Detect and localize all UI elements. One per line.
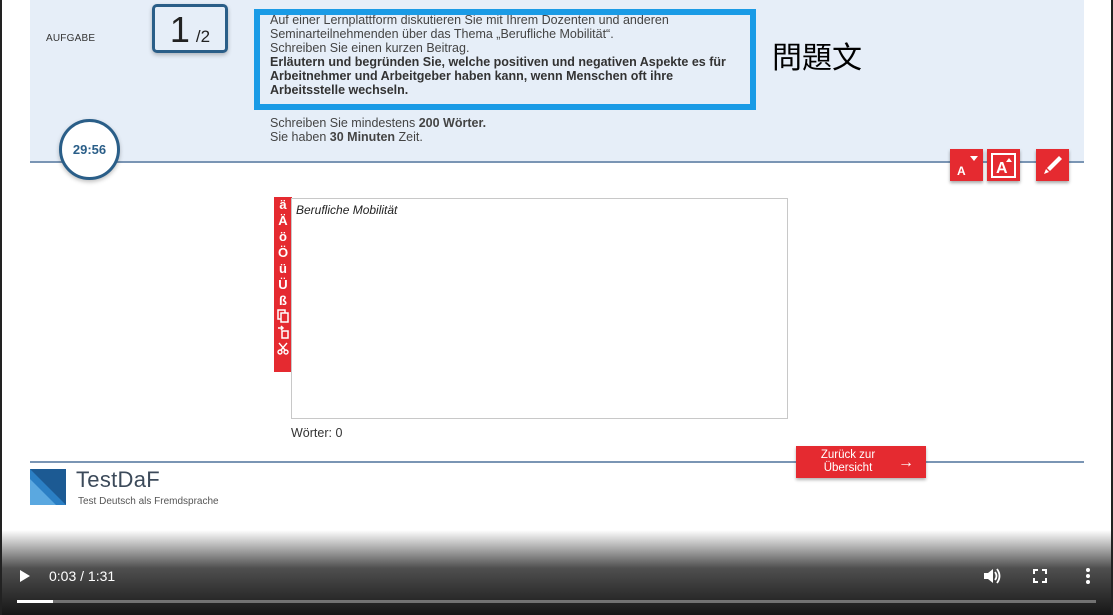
char-u-umlaut[interactable]: ü bbox=[279, 261, 287, 277]
cut-icon[interactable] bbox=[277, 341, 289, 357]
pen-icon bbox=[1043, 156, 1062, 174]
char-a-umlaut[interactable]: ä bbox=[279, 197, 286, 213]
task-counter: 1 /2 bbox=[152, 4, 228, 53]
countdown-timer: 29:56 bbox=[59, 119, 120, 180]
header-divider bbox=[30, 161, 1084, 163]
play-button[interactable] bbox=[17, 568, 33, 584]
font-increase-button[interactable]: A bbox=[987, 149, 1020, 181]
font-increase-icon: A bbox=[991, 152, 1016, 178]
more-options-button[interactable] bbox=[1080, 567, 1096, 585]
svg-text:A: A bbox=[957, 164, 966, 178]
task-total: /2 bbox=[195, 27, 211, 46]
volume-button[interactable] bbox=[983, 567, 1003, 585]
special-char-bar: ä Ä ö Ö ü Ü ß bbox=[274, 197, 292, 372]
editor-content: Berufliche Mobilität bbox=[296, 203, 398, 217]
word-count: Wörter: 0 bbox=[291, 426, 343, 440]
time-display: 0:03 / 1:31 bbox=[49, 568, 116, 584]
task-requirements: Schreiben Sie mindestens 200 Wörter. Sie… bbox=[270, 116, 486, 144]
char-a-umlaut-upper[interactable]: Ä bbox=[278, 213, 287, 229]
answer-editor[interactable]: Berufliche Mobilität bbox=[291, 198, 788, 419]
paste-icon[interactable] bbox=[277, 325, 289, 341]
back-to-overview-button[interactable]: Zurück zur Übersicht → bbox=[796, 446, 926, 478]
char-o-umlaut-upper[interactable]: Ö bbox=[278, 245, 288, 261]
testdaf-logo-icon bbox=[30, 469, 66, 505]
more-vertical-icon bbox=[1086, 568, 1090, 584]
font-decrease-button[interactable]: A bbox=[950, 149, 983, 181]
svg-text:A: A bbox=[996, 160, 1008, 176]
back-button-label: Zurück zur Übersicht bbox=[820, 449, 876, 474]
font-decrease-icon: A bbox=[957, 155, 978, 178]
req-time: Sie haben 30 Minuten Zeit. bbox=[270, 130, 423, 144]
char-u-umlaut-upper[interactable]: Ü bbox=[278, 277, 287, 293]
video-progress-fill bbox=[17, 600, 53, 603]
logo-subtitle: Test Deutsch als Fremdsprache bbox=[78, 496, 219, 507]
logo-name: TestDaF bbox=[76, 467, 161, 492]
char-eszett[interactable]: ß bbox=[279, 293, 287, 309]
annotation-label: 問題文 bbox=[772, 41, 862, 76]
aufgabe-label: AUFGABE bbox=[46, 33, 96, 44]
fullscreen-button[interactable] bbox=[1031, 567, 1049, 585]
volume-icon bbox=[984, 568, 1001, 584]
req-words: Schreiben Sie mindestens 200 Wörter. bbox=[270, 116, 487, 130]
arrow-right-icon: → bbox=[898, 453, 914, 471]
task-current: 1 bbox=[169, 9, 190, 50]
char-o-umlaut[interactable]: ö bbox=[279, 229, 287, 245]
video-progress-bar[interactable] bbox=[17, 600, 1096, 603]
play-icon bbox=[20, 570, 30, 582]
highlight-box bbox=[254, 9, 756, 110]
fullscreen-icon bbox=[1033, 569, 1047, 583]
highlighter-button[interactable] bbox=[1036, 149, 1069, 181]
copy-icon[interactable] bbox=[277, 309, 289, 325]
